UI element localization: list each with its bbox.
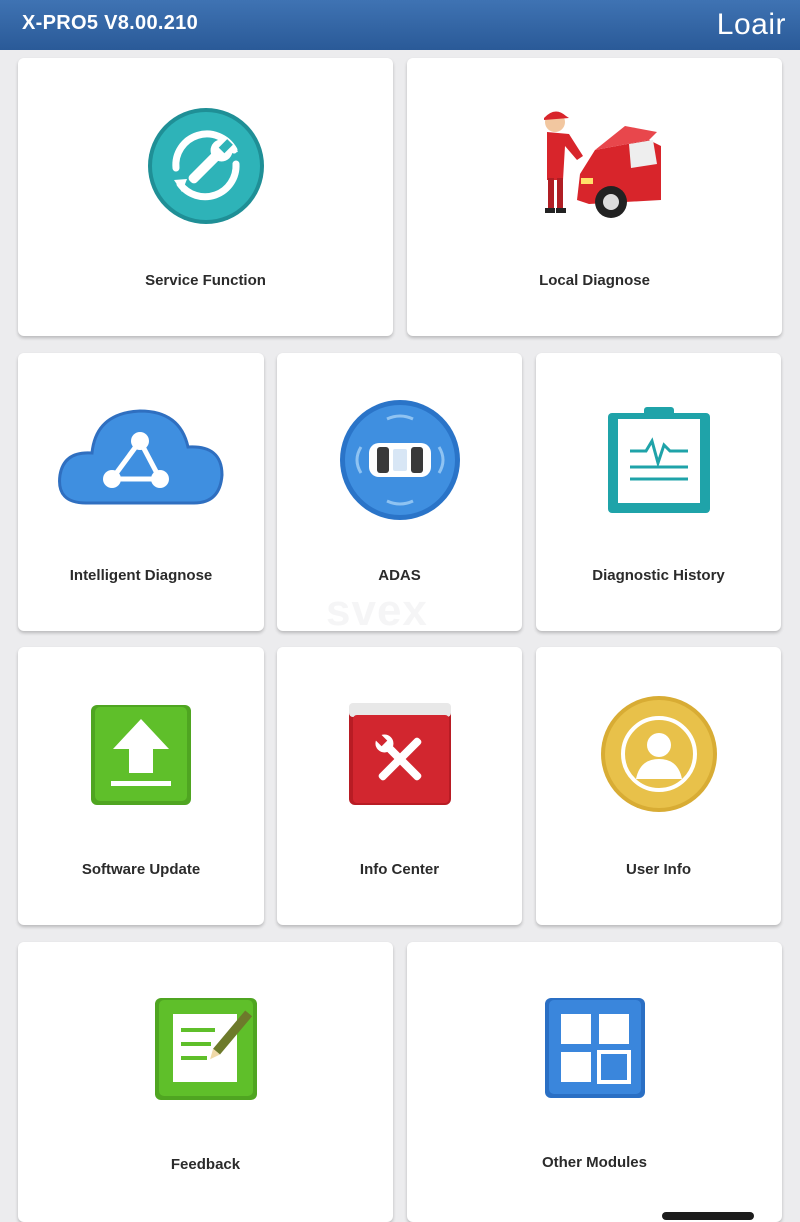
tile-label: Local Diagnose <box>539 272 650 289</box>
upload-arrow-icon <box>89 703 193 812</box>
tile-other-modules[interactable]: Other Modules <box>407 942 782 1222</box>
app-title: X-PRO5 V8.00.210 <box>22 12 199 34</box>
cloud-share-icon <box>56 403 226 518</box>
tile-label: Software Update <box>81 861 201 878</box>
mechanic-car-icon <box>525 104 665 229</box>
adas-car-icon <box>339 399 461 526</box>
tile-service-function[interactable]: Service Function <box>18 58 393 336</box>
clipboard-waveform-icon <box>606 405 712 520</box>
tile-label: Other Modules <box>541 1154 647 1171</box>
service-wrench-icon <box>146 106 266 231</box>
tile-info-center[interactable]: Info Center <box>277 647 522 925</box>
tile-label: Service Function <box>145 272 266 289</box>
tile-user-info[interactable]: User Info <box>536 647 781 925</box>
red-book-tools-icon <box>347 699 453 812</box>
tile-intelligent-diagnose[interactable]: Intelligent Diagnose <box>18 353 264 631</box>
tile-label: Feedback <box>170 1156 241 1173</box>
tile-software-update[interactable]: Software Update <box>18 647 264 925</box>
tile-diagnostic-history[interactable]: Diagnostic History <box>536 353 781 631</box>
tile-feedback[interactable]: Feedback <box>18 942 393 1222</box>
user-avatar-icon <box>600 695 718 818</box>
tile-label: ADAS <box>378 567 421 584</box>
scroll-handle[interactable] <box>662 1212 754 1220</box>
grid-modules-icon <box>543 996 647 1105</box>
tile-label: Intelligent Diagnose <box>69 567 213 584</box>
tile-label: User Info <box>625 861 691 878</box>
top-bar: X-PRO5 V8.00.210 Loair <box>0 0 800 50</box>
login-button[interactable]: Loair <box>717 8 786 42</box>
tile-label: Info Center <box>359 861 440 878</box>
tile-local-diagnose[interactable]: Local Diagnose <box>407 58 782 336</box>
tile-label: Diagnostic History <box>592 567 725 584</box>
watermark: svex <box>326 586 428 635</box>
notepad-pencil-icon <box>153 996 259 1107</box>
